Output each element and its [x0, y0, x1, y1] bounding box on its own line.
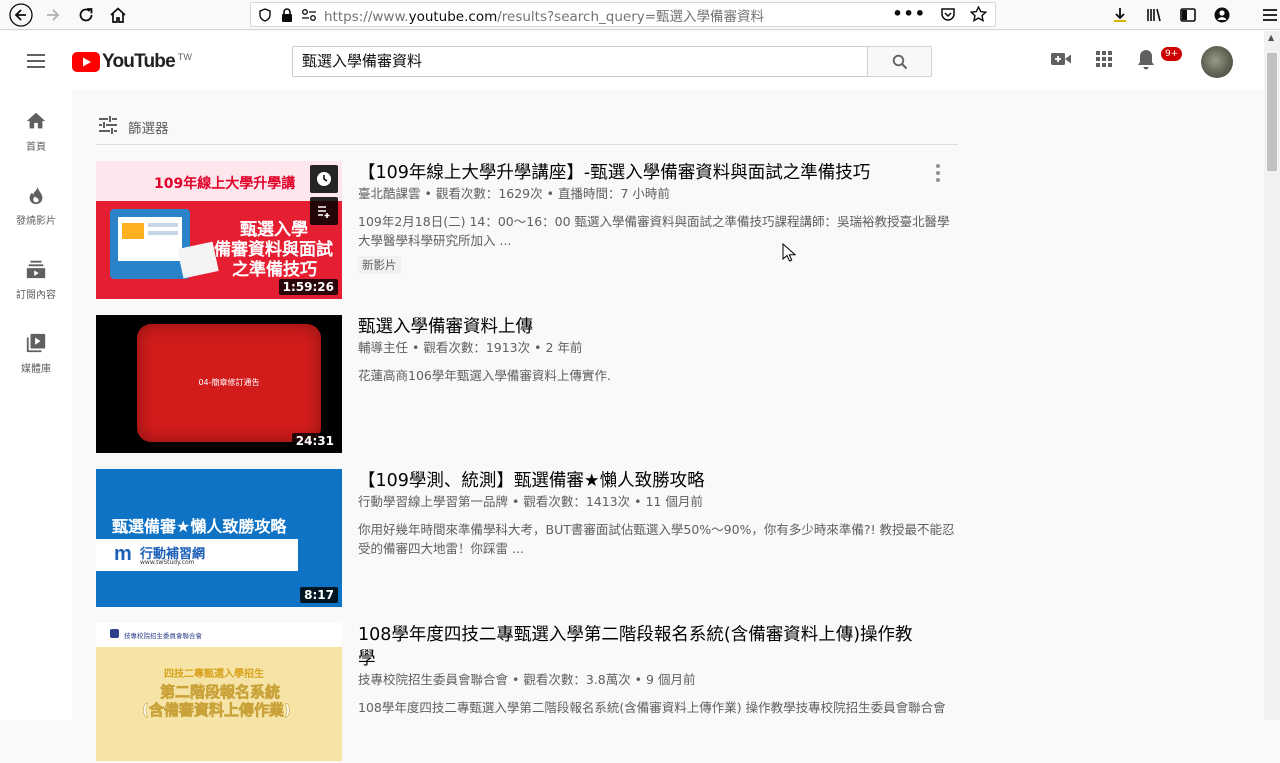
video-result[interactable]: 109年線上大學升學講 甄選入學 備審資料與面試 之準備技巧 1:59:26 【… [96, 161, 960, 301]
video-title[interactable]: 【109學測、統測】甄選備審★懶人致勝攻略 [358, 469, 958, 493]
bookmark-star-icon[interactable] [969, 5, 988, 26]
search-button[interactable] [867, 46, 932, 77]
permissions-icon[interactable] [298, 8, 320, 22]
search-icon [892, 54, 907, 69]
shield-icon[interactable] [254, 7, 276, 22]
video-thumbnail[interactable]: 技專校院招生委員會聯合會 四技二專甄選入學招生 第二階段報名系統 (含備審資料上… [96, 623, 342, 761]
video-description: 108學年度四技二專甄選入學第二階段報名系統(含備審資料上傳作業) 操作教學技專… [358, 700, 946, 715]
youtube-play-icon [72, 52, 100, 72]
filter-sliders-icon [99, 116, 117, 134]
guide-item-trending[interactable]: 發燒影片 [0, 164, 72, 238]
home-icon [26, 112, 46, 129]
video-meta: 技專校院招生委員會聯合會 • 觀看次數：3.8萬次 • 9 個月前 [358, 672, 696, 687]
video-title[interactable]: 108學年度四技二專甄選入學第二階段報名系統(含備審資料上傳)操作教學 [358, 623, 918, 671]
youtube-logo[interactable]: YouTube TW [72, 51, 192, 73]
thumbnail-text: 四技二專甄選入學招生 [164, 669, 264, 680]
library-icon[interactable] [1144, 0, 1164, 30]
more-actions-icon[interactable]: ••• [892, 6, 926, 26]
scrollbar-thumb[interactable] [1267, 53, 1277, 171]
guide-item-library[interactable]: 媒體庫 [0, 312, 72, 386]
guide-item-home[interactable]: 首頁 [0, 90, 72, 164]
video-info: 【109年線上大學升學講座】-甄選入學備審資料與面試之準備技巧 臺北酷課雲 • … [358, 161, 958, 274]
video-description: 花蓮高商106學年甄選入學備審資料上傳實作. [358, 368, 611, 383]
sidebar-icon[interactable] [1178, 0, 1198, 30]
lock-icon[interactable] [276, 7, 298, 22]
home-icon[interactable] [103, 0, 133, 30]
address-bar[interactable]: https://www.youtube.com/results?search_q… [250, 2, 996, 27]
video-duration: 24:31 [291, 433, 338, 449]
video-result[interactable]: 技專校院招生委員會聯合會 四技二專甄選入學招生 第二階段報名系統 (含備審資料上… [96, 623, 960, 763]
add-to-queue-icon[interactable] [310, 197, 338, 225]
video-meta: 行動學習線上學習第一品牌 • 觀看次數：1413次 • 11 個月前 [358, 494, 703, 509]
avatar[interactable] [1201, 46, 1233, 78]
back-icon[interactable] [6, 0, 36, 30]
page-scrollbar[interactable]: ▲ [1264, 31, 1280, 720]
subscriptions-icon [26, 260, 46, 279]
guide-menu-icon[interactable] [24, 49, 48, 73]
video-info: 【109學測、統測】甄選備審★懶人致勝攻略 行動學習線上學習第一品牌 • 觀看次… [358, 469, 958, 558]
mouse-cursor-icon [782, 243, 796, 262]
video-meta: 臺北酷課雲 • 觀看次數：1629次 • 直播時間：7 小時前 [358, 186, 670, 201]
guide-sidebar: 首頁 發燒影片 訂閱內容 媒體庫 [0, 90, 72, 720]
thumbnail-text: 之準備技巧 [232, 260, 317, 280]
create-video-icon[interactable] [1050, 51, 1072, 71]
url-text: https://www.youtube.com/results?search_q… [324, 8, 765, 25]
youtube-header: YouTube TW 甄選入學備審資料 9+ [0, 31, 1264, 90]
pocket-icon[interactable] [940, 6, 956, 26]
video-thumbnail[interactable]: 甄選備審★懶人致勝攻略 m 行動補習網 www.twStudy.com 8:17 [96, 469, 342, 607]
video-result[interactable]: 04-簡章修訂通告 24:31 甄選入學備審資料上傳 輔導主任 • 觀看次數：1… [96, 315, 960, 455]
fire-icon [29, 184, 43, 205]
search-input[interactable]: 甄選入學備審資料 [292, 46, 868, 77]
account-icon[interactable] [1212, 0, 1232, 30]
logo-text: YouTube [102, 51, 176, 72]
video-info: 108學年度四技二專甄選入學第二階段報名系統(含備審資料上傳)操作教學 技專校院… [358, 623, 946, 717]
video-title[interactable]: 【109年線上大學升學講座】-甄選入學備審資料與面試之準備技巧 [358, 161, 958, 185]
thumbnail-text: 04-簡章修訂通告 [198, 378, 260, 387]
filter-label: 篩選器 [128, 121, 169, 137]
thumbnail-text: 技專校院招生委員會聯合會 [124, 632, 202, 640]
app-menu-icon[interactable] [1260, 0, 1280, 30]
video-info: 甄選入學備審資料上傳 輔導主任 • 觀看次數：1913次 • 2 年前 花蓮高商… [358, 315, 958, 385]
video-title[interactable]: 甄選入學備審資料上傳 [358, 315, 958, 339]
video-thumbnail[interactable]: 04-簡章修訂通告 24:31 [96, 315, 342, 453]
forward-icon[interactable] [38, 0, 68, 30]
notification-count-badge: 9+ [1160, 46, 1184, 62]
twstudy-logo-icon: m [114, 543, 132, 565]
new-video-badge: 新影片 [358, 256, 401, 274]
thumbnail-text: 甄選備審★懶人致勝攻略 [112, 517, 287, 536]
video-duration: 1:59:26 [278, 279, 338, 295]
more-options-icon[interactable] [932, 163, 944, 183]
library-icon [26, 333, 46, 353]
video-result[interactable]: 甄選備審★懶人致勝攻略 m 行動補習網 www.twStudy.com 8:17… [96, 469, 960, 609]
notifications-bell-icon[interactable] [1136, 48, 1156, 74]
video-description: 109年2月18日(二) 14：00〜16：00 甄選入學備審資料與面試之準備技… [358, 214, 950, 248]
reload-icon[interactable] [71, 0, 101, 30]
video-meta: 輔導主任 • 觀看次數：1913次 • 2 年前 [358, 340, 583, 355]
scroll-up-arrow-icon[interactable]: ▲ [1268, 33, 1274, 42]
browser-toolbar: https://www.youtube.com/results?search_q… [0, 0, 1280, 30]
downloads-icon[interactable] [1110, 0, 1130, 30]
video-thumbnail[interactable]: 109年線上大學升學講 甄選入學 備審資料與面試 之準備技巧 1:59:26 [96, 161, 342, 299]
filter-bar[interactable]: 篩選器 [96, 112, 958, 145]
region-code: TW [177, 52, 192, 62]
video-duration: 8:17 [300, 587, 338, 603]
video-description: 你用好幾年時間來準備學科大考，BUT書審面試佔甄選入學50%〜90%，你有多少時… [358, 522, 955, 556]
thumbnail-text: (含備審資料上傳作業) [142, 701, 291, 720]
apps-grid-icon[interactable] [1095, 50, 1113, 72]
watch-later-icon[interactable] [310, 165, 338, 193]
thumbnail-text: www.twStudy.com [140, 559, 195, 566]
guide-item-subscriptions[interactable]: 訂閱內容 [0, 238, 72, 312]
thumbnail-text: 109年線上大學升學講 [154, 176, 296, 192]
